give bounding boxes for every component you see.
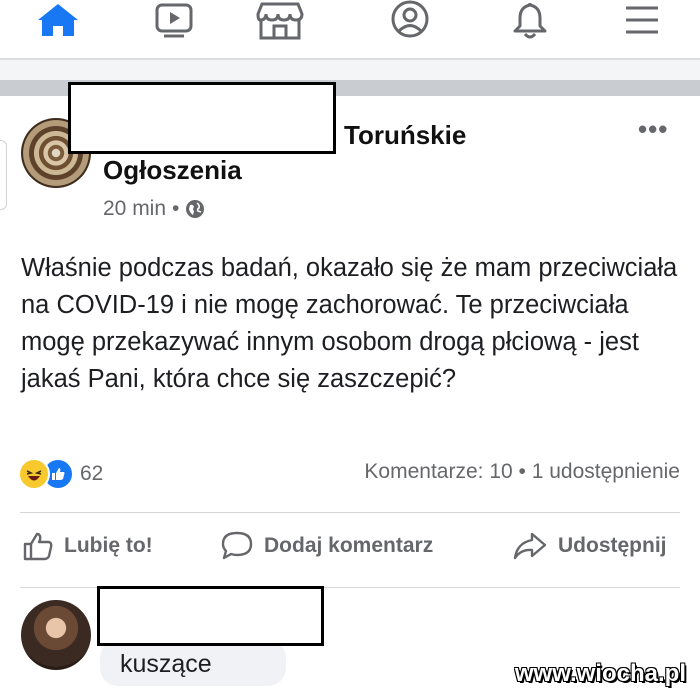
post-text: Właśnie podczas badań, okazało się że ma… bbox=[21, 254, 678, 393]
notifications-tab[interactable] bbox=[500, 0, 560, 40]
video-tab[interactable] bbox=[144, 0, 204, 40]
profile-tab[interactable] bbox=[380, 0, 440, 40]
reactions-summary[interactable]: 62 bbox=[18, 458, 103, 490]
share-button[interactable]: Udostępnij bbox=[512, 530, 667, 562]
home-icon bbox=[38, 4, 78, 36]
share-icon bbox=[513, 532, 547, 560]
thumbs-up-icon bbox=[23, 532, 53, 561]
page-name-line2[interactable]: Ogłoszenia bbox=[103, 155, 242, 186]
bell-icon bbox=[513, 2, 547, 39]
haha-icon bbox=[18, 458, 50, 490]
home-tab[interactable] bbox=[28, 0, 88, 40]
commenter-avatar[interactable] bbox=[21, 600, 91, 670]
globe-icon bbox=[186, 200, 205, 218]
feed-spacer bbox=[0, 60, 700, 80]
top-navigation bbox=[0, 0, 700, 58]
more-options-button[interactable]: ••• bbox=[638, 114, 668, 145]
left-edge-handle bbox=[0, 140, 7, 210]
marketplace-icon bbox=[256, 2, 304, 40]
redacted-commenter-name-box bbox=[97, 586, 324, 646]
divider bbox=[20, 512, 680, 513]
video-icon bbox=[155, 3, 193, 38]
post-time[interactable]: 20 min bbox=[103, 197, 166, 221]
redacted-name-box bbox=[68, 82, 336, 154]
marketplace-tab[interactable] bbox=[250, 0, 310, 40]
page-name-line1[interactable]: Toruńskie bbox=[344, 120, 466, 151]
post-stats[interactable]: Komentarze: 10 • 1 udostępnienie bbox=[364, 460, 680, 484]
profile-icon bbox=[391, 0, 429, 38]
like-label: Lubię to! bbox=[64, 534, 153, 557]
share-label: Udostępnij bbox=[558, 534, 667, 557]
menu-tab[interactable] bbox=[612, 0, 672, 40]
reaction-count: 62 bbox=[80, 462, 104, 485]
comment-icon bbox=[221, 531, 253, 560]
comment-text: kuszące bbox=[120, 650, 212, 678]
meta-separator: • bbox=[172, 197, 180, 220]
comment-button[interactable]: Dodaj komentarz bbox=[220, 530, 433, 562]
menu-icon bbox=[626, 6, 658, 34]
like-button[interactable]: Lubię to! bbox=[22, 530, 153, 562]
watermark: www.wiocha.pl bbox=[514, 660, 686, 687]
comment-label: Dodaj komentarz bbox=[264, 534, 434, 557]
post-meta: 20 min • bbox=[103, 197, 205, 221]
